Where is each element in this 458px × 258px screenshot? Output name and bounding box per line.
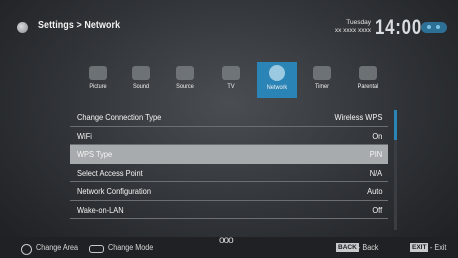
timer-icon: [313, 66, 331, 80]
setting-value: N/A: [369, 167, 382, 178]
exit-hint: - Exit: [430, 243, 447, 252]
antenna-icon: [176, 66, 194, 80]
more-indicator: ooo: [219, 235, 234, 246]
tab-parental[interactable]: Parental: [348, 62, 388, 98]
tab-picture[interactable]: Picture: [78, 62, 118, 98]
tv-icon: [222, 66, 240, 80]
back-key-icon: BACK: [336, 243, 359, 252]
dpad-icon: [21, 244, 32, 255]
setting-value: Wireless WPS: [334, 112, 382, 122]
date-display: Tuesday xx xxxx xxxx: [335, 19, 371, 35]
picture-icon: [89, 66, 107, 80]
connection-status-icon: [421, 22, 447, 33]
date-label: xx xxxx xxxx: [334, 27, 371, 34]
setting-row-wps-type[interactable]: WPS Type PIN: [70, 145, 388, 164]
speaker-icon: [132, 66, 150, 80]
tab-label: Parental: [357, 83, 379, 90]
tab-label: TV: [227, 83, 235, 90]
clock: 14:00: [375, 16, 422, 39]
tab-source[interactable]: Source: [165, 62, 205, 98]
setting-label: Wake-on-LAN: [77, 204, 124, 215]
setting-label: Select Access Point: [77, 167, 143, 178]
setting-row-change-connection-type[interactable]: Change Connection Type Wireless WPS: [70, 108, 388, 127]
tab-label: Sound: [132, 83, 150, 90]
setting-value: Off: [372, 204, 382, 215]
tab-label: Timer: [314, 83, 330, 90]
setting-value: PIN: [369, 149, 382, 159]
tab-label: Network: [266, 84, 288, 91]
breadcrumb: Settings > Network: [38, 19, 121, 31]
setting-label: WPS Type: [77, 149, 113, 159]
setting-value: On: [372, 130, 382, 141]
setting-label: Network Configuration: [77, 186, 152, 196]
setting-row-select-access-point[interactable]: Select Access Point N/A: [70, 164, 388, 182]
parental-icon: [359, 66, 377, 80]
network-settings-list: Change Connection Type Wireless WPS WiFi…: [70, 108, 388, 219]
change-area-hint: Change Area: [36, 243, 79, 252]
setting-label: WiFi: [77, 130, 92, 141]
change-mode-hint: Change Mode: [108, 243, 154, 252]
list-scrollbar[interactable]: [394, 110, 397, 230]
settings-tabs: Picture Sound Source TV Network Timer Pa…: [78, 62, 398, 98]
globe-icon: [269, 65, 285, 81]
setting-label: Change Connection Type: [77, 112, 162, 122]
setting-value: Auto: [366, 186, 382, 196]
tab-network[interactable]: Network: [257, 62, 297, 98]
tab-sound[interactable]: Sound: [121, 62, 161, 98]
back-hint: - Back: [358, 243, 379, 252]
top-bar: Settings > Network Tuesday xx xxxx xxxx …: [0, 0, 458, 56]
tv-settings-screen: Settings > Network Tuesday xx xxxx xxxx …: [0, 0, 458, 258]
exit-key-icon: EXIT: [410, 243, 429, 252]
scrollbar-thumb[interactable]: [394, 110, 397, 140]
tab-timer[interactable]: Timer: [302, 62, 342, 98]
setting-row-wake-on-lan[interactable]: Wake-on-LAN Off: [70, 201, 388, 219]
setting-row-network-configuration[interactable]: Network Configuration Auto: [70, 182, 388, 201]
setting-row-wifi[interactable]: WiFi On: [70, 127, 388, 145]
tab-label: Source: [176, 83, 194, 90]
help-bar: Change Area Change Mode ooo BACK - Back …: [0, 235, 458, 258]
mode-button-icon: [89, 245, 104, 253]
tab-label: Picture: [89, 83, 107, 90]
day-label: Tuesday: [346, 19, 371, 26]
settings-icon: [17, 22, 28, 33]
tab-tv[interactable]: TV: [211, 62, 251, 98]
